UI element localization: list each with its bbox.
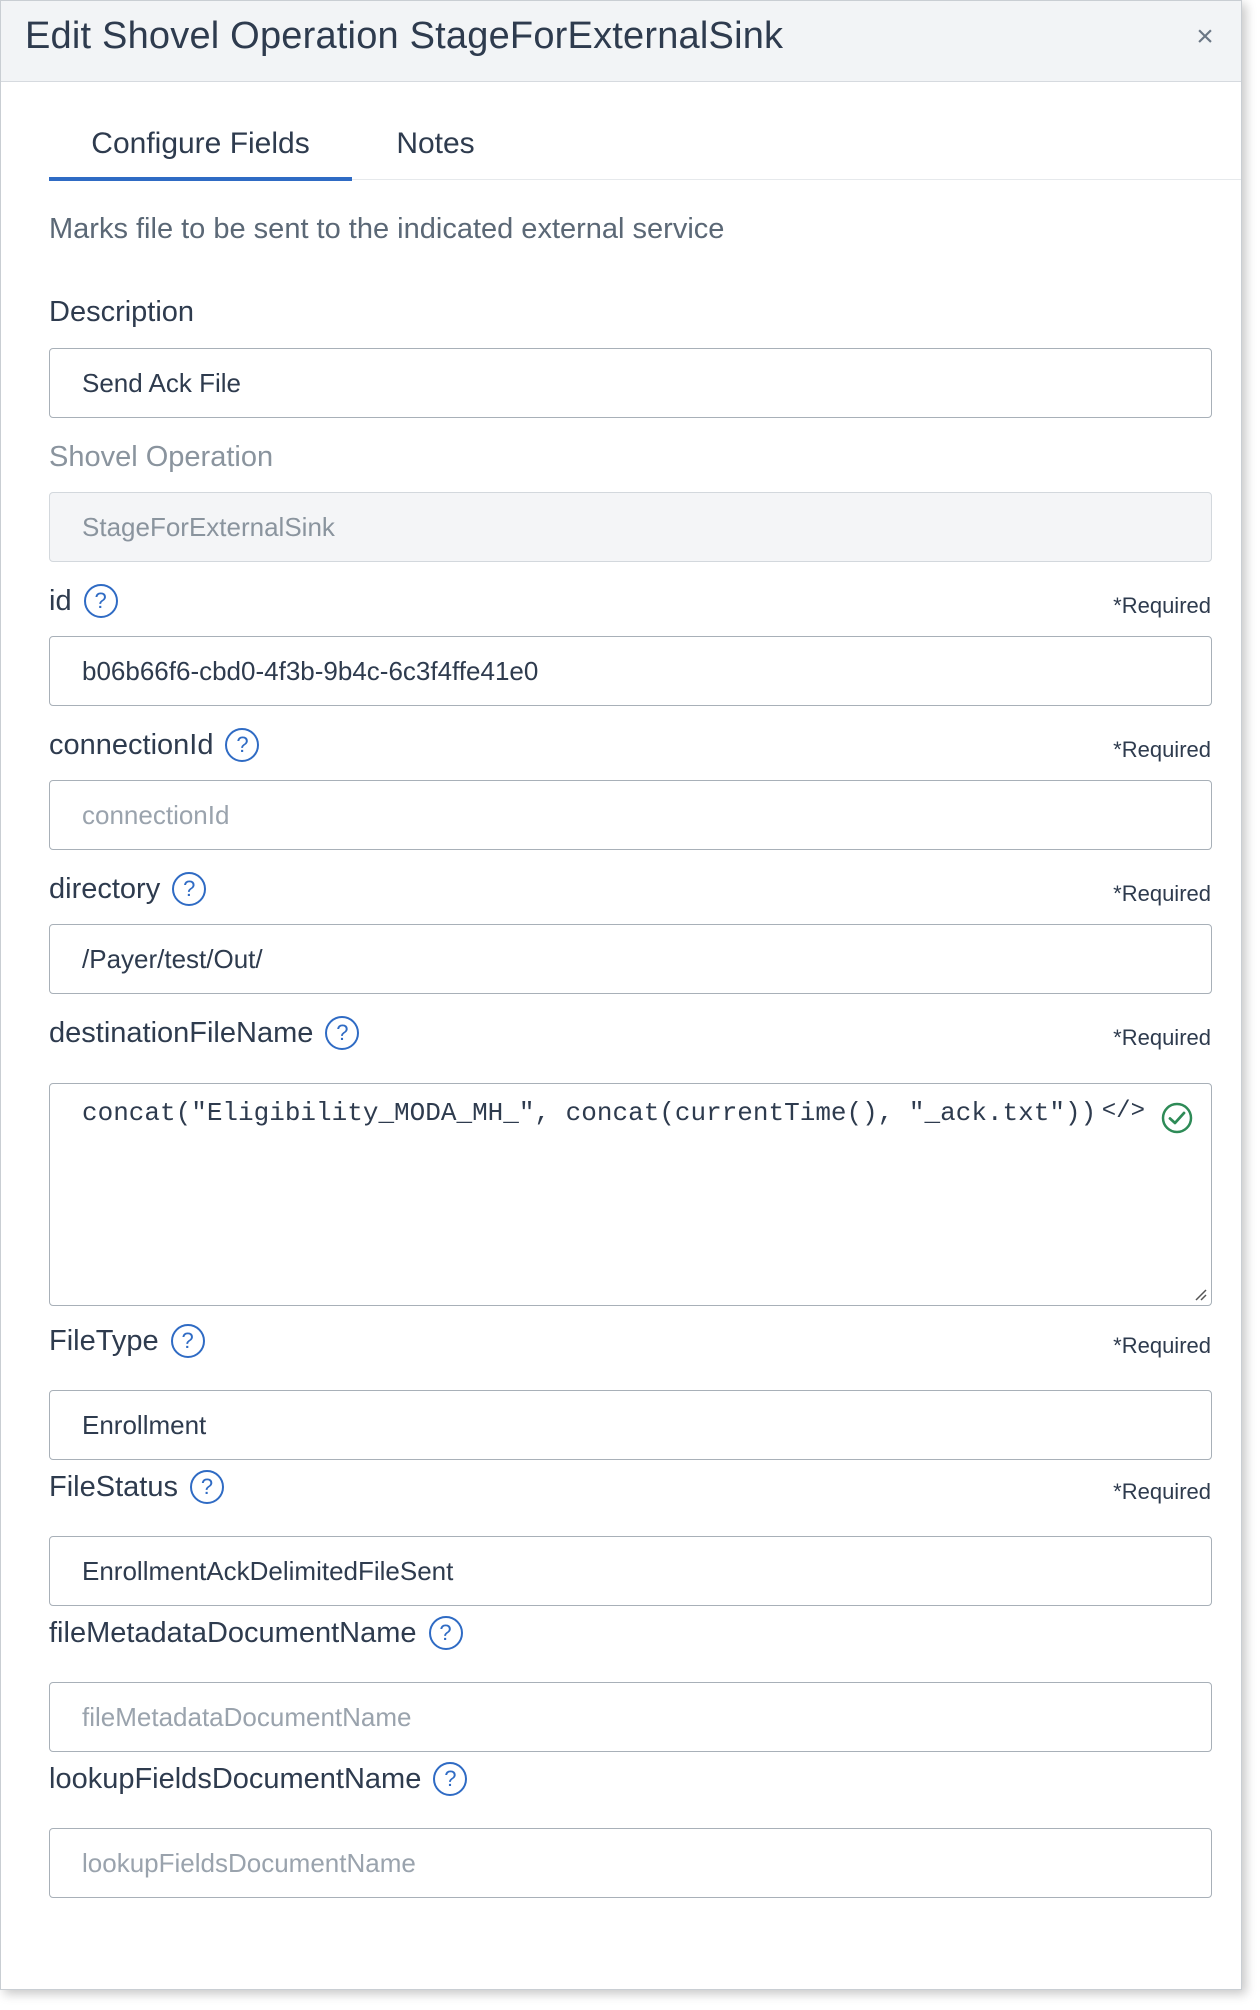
file-status-label: FileStatus ? [49,1470,224,1504]
connection-id-help-icon[interactable]: ? [225,728,260,762]
connection-id-label-text: connectionId [49,728,214,761]
tab-bar: Configure Fields Notes [49,117,1241,181]
lookup-fields-document-name-help-icon[interactable]: ? [433,1762,468,1796]
destination-file-name-label: destinationFileName ? [49,1016,360,1050]
file-status-label-text: FileStatus [49,1470,178,1503]
destination-file-name-help-icon[interactable]: ? [325,1016,360,1050]
id-label-text: id [49,584,72,617]
destination-file-name-textarea[interactable]: concat("Eligibility_MODA_MH_", concat(cu… [49,1083,1212,1306]
destination-file-name-label-text: destinationFileName [49,1016,314,1049]
code-editor-icon[interactable]: </> [1102,1098,1145,1125]
file-type-label-text: FileType [49,1324,159,1357]
file-type-help-icon[interactable]: ? [170,1324,205,1358]
lookup-fields-document-name-input[interactable] [49,1828,1212,1898]
description-label-text: Description [49,296,195,328]
connection-id-label: connectionId ? [49,728,260,762]
shovel-operation-input [49,492,1212,562]
directory-label-text: directory [49,872,161,905]
destination-file-name-value: concat("Eligibility_MODA_MH_", concat(cu… [82,1098,1097,1128]
tab-notes[interactable]: Notes [352,127,519,177]
file-type-required: *Required [1113,1333,1211,1358]
modal-title: Edit Shovel Operation StageForExternalSi… [25,15,784,57]
directory-input[interactable] [49,924,1212,994]
operation-description: Marks file to be sent to the indicated e… [49,213,725,245]
shovel-operation-label-text: Shovel Operation [49,441,274,473]
directory-label: directory ? [49,872,207,906]
modal-header: Edit Shovel Operation StageForExternalSi… [1,1,1241,82]
file-status-required: *Required [1113,1479,1211,1504]
connection-id-required: *Required [1113,737,1211,762]
directory-help-icon[interactable]: ? [172,872,207,906]
file-status-help-icon[interactable]: ? [189,1470,224,1504]
tab-configure-fields[interactable]: Configure Fields [49,127,352,181]
file-metadata-document-name-label-text: fileMetadataDocumentName [49,1616,417,1649]
lookup-fields-document-name-label: lookupFieldsDocumentName ? [49,1762,468,1796]
code-text-clip: concat("Eligibility_MODA_MH_", concat(cu… [50,1084,1111,1154]
close-icon[interactable]: × [1187,19,1223,55]
description-input[interactable] [49,348,1212,418]
shovel-operation-label: Shovel Operation [49,441,273,474]
connection-id-input[interactable] [49,780,1212,850]
directory-required: *Required [1113,881,1211,906]
file-status-input[interactable] [49,1536,1212,1606]
id-help-icon[interactable]: ? [83,584,118,618]
lookup-fields-document-name-label-text: lookupFieldsDocumentName [49,1762,422,1795]
id-required: *Required [1113,593,1211,618]
resize-handle-icon[interactable] [1193,1287,1207,1301]
file-metadata-document-name-help-icon[interactable]: ? [428,1616,463,1650]
id-input[interactable] [49,636,1212,706]
file-metadata-document-name-label: fileMetadataDocumentName ? [49,1616,463,1650]
destination-file-name-required: *Required [1113,1025,1211,1050]
file-metadata-document-name-input[interactable] [49,1682,1212,1752]
edit-shovel-operation-modal: Edit Shovel Operation StageForExternalSi… [0,0,1242,1990]
check-circle-icon [1161,1102,1193,1134]
description-label: Description [49,296,194,329]
file-type-input[interactable] [49,1390,1212,1460]
id-label: id ? [49,584,118,618]
file-type-label: FileType ? [49,1324,205,1358]
